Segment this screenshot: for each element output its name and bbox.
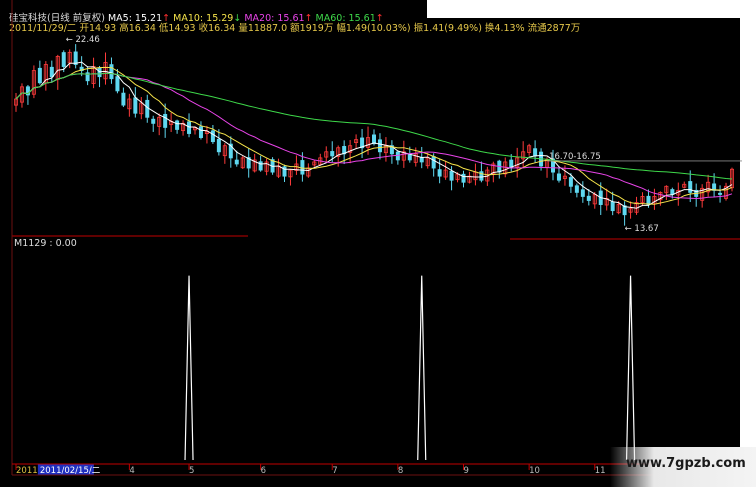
candle-body (556, 173, 561, 181)
annotation-low: ← 13.67 (625, 224, 659, 234)
x-tick-label: 2011 (16, 466, 38, 476)
indicator-spike (184, 275, 194, 461)
x-tick-label: 5 (189, 466, 194, 476)
x-tick-label: 6 (261, 466, 266, 476)
candle-body (437, 169, 442, 177)
candle-body (377, 139, 382, 153)
candle-body (187, 121, 192, 134)
candle-body (37, 67, 42, 84)
annotation-high: ← 22.46 (66, 35, 100, 45)
candle-body (395, 151, 400, 161)
indicator-spike (625, 275, 636, 461)
candle-body (407, 154, 412, 161)
candle-body (198, 126, 203, 138)
candle-body (330, 151, 335, 157)
candle-body (151, 118, 156, 124)
candle-body (210, 130, 215, 143)
candle-body (718, 192, 723, 195)
stock-chart[interactable]: ← 22.46 ← 13.67 16.70-16.75 M1129 : 0.00 201… (0, 0, 756, 487)
candle-body (109, 64, 114, 80)
x-tick-label: 2011/02/15/二 (40, 466, 101, 476)
candle-body (449, 170, 454, 181)
candle-body (49, 66, 54, 78)
candle-body (234, 159, 239, 165)
x-tick-label: 9 (464, 466, 469, 476)
candle-body (533, 148, 538, 157)
candle-body (115, 76, 120, 92)
candle-body (610, 201, 615, 212)
candle-body (431, 156, 436, 169)
x-tick-label: 11 (595, 466, 606, 476)
candle-body (145, 99, 150, 118)
candle-body (61, 52, 66, 67)
candle-body (586, 195, 591, 201)
candle-body (175, 120, 180, 130)
x-tick-label: 10 (529, 466, 540, 476)
candle-body (461, 173, 466, 183)
indicator-label: M1129 : 0.00 (14, 238, 77, 249)
annotation-box: 16.70-16.75 (549, 152, 601, 162)
candle-body (163, 113, 168, 128)
x-tick-label: 7 (332, 466, 337, 476)
candle-body (216, 138, 221, 153)
candle-body (646, 195, 651, 205)
candle-body (258, 161, 263, 171)
candle-body (568, 177, 573, 187)
watermark-text: www.7gpzb.com (626, 456, 746, 471)
candle-body (121, 92, 126, 106)
x-tick-label: 8 (398, 466, 403, 476)
candle-body (133, 97, 138, 114)
candles (13, 44, 735, 226)
candle-body (574, 185, 579, 193)
x-tick-label: 4 (129, 466, 134, 476)
candle-body (670, 189, 675, 195)
indicator-spike (417, 275, 427, 461)
candle-body (580, 189, 585, 197)
candle-body (371, 134, 376, 145)
candle-body (688, 181, 693, 193)
candle-body (419, 157, 424, 163)
candle-body (300, 160, 305, 175)
